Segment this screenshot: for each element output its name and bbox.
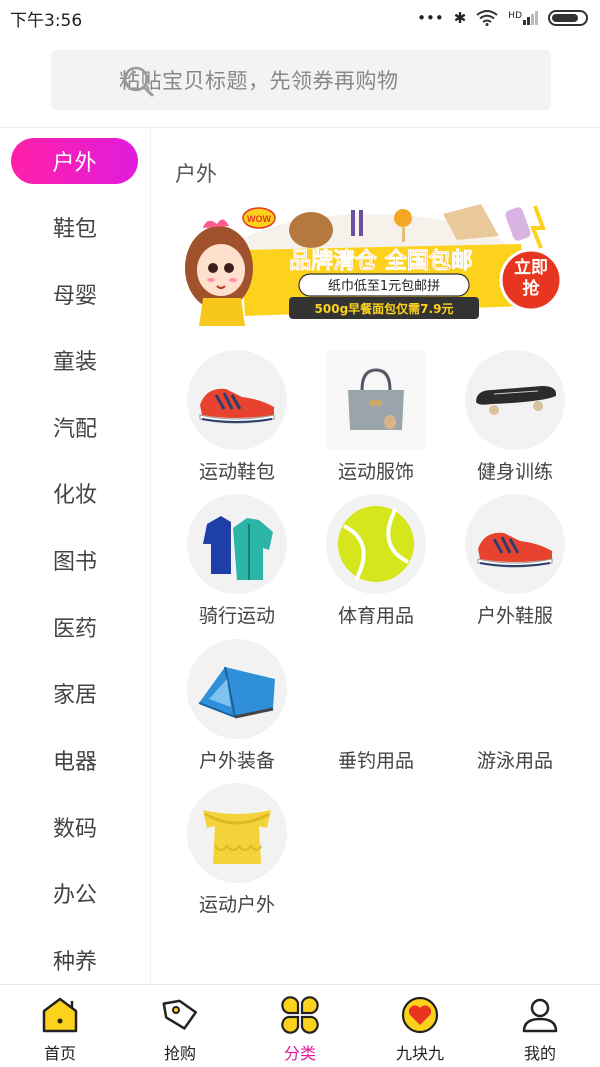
banner-line1: 纸巾低至1元包邮拼 xyxy=(328,279,440,294)
sidebar-item-shoes-bags[interactable]: 鞋包 xyxy=(0,204,150,250)
signal-hd-icon: HD xyxy=(508,11,538,25)
category-item-sports-goods[interactable]: 体育用品 xyxy=(306,494,446,630)
shirt-icon xyxy=(187,783,287,883)
promo-banner[interactable]: WOW 品牌清仓 全国包邮 纸巾低至1元包邮拼 500g早餐面包仅需7.9元 立… xyxy=(181,198,563,326)
notification-dots-icon: ••• xyxy=(417,9,444,27)
category-label: 运动户外 xyxy=(198,894,275,916)
bluetooth-icon: ✱ xyxy=(453,9,467,27)
search-placeholder: 粘贴宝贝标题，先领券再购物 xyxy=(119,69,399,93)
tab-label: 首页 xyxy=(43,1044,76,1063)
category-item-fishing[interactable]: 垂钓用品 xyxy=(306,639,446,775)
category-item-outdoor-gear[interactable]: 户外装备 xyxy=(167,639,307,775)
category-label: 运动鞋包 xyxy=(198,461,275,483)
banner-cta-button[interactable]: 立即抢 xyxy=(506,258,556,300)
battery-icon xyxy=(548,10,588,26)
category-content: 户外 WOW 品牌清仓 全国包邮 纸巾低至1元包邮拼 500g早餐面包仅需7.9… xyxy=(151,128,600,984)
sidebar-item-outdoor[interactable]: 户外 xyxy=(11,138,138,184)
category-label: 健身训练 xyxy=(476,461,553,483)
tab-home[interactable]: 首页 xyxy=(0,985,120,1067)
sidebar-item-auto-parts[interactable]: 汽配 xyxy=(0,404,150,450)
tab-label: 分类 xyxy=(283,1044,316,1063)
heart-badge-icon xyxy=(401,996,439,1034)
status-time: 下午3:56 xyxy=(10,10,83,31)
category-label: 垂钓用品 xyxy=(337,750,414,772)
category-item-sports-outdoor[interactable]: 运动户外 xyxy=(167,783,307,919)
tennis-ball-icon xyxy=(326,494,426,594)
search-bar-area: 粘贴宝贝标题，先领券再购物 xyxy=(0,36,600,128)
sidebar-item-office[interactable]: 办公 xyxy=(0,870,150,916)
handbag-icon xyxy=(326,350,426,450)
category-item-fitness-training[interactable]: 健身训练 xyxy=(445,350,585,486)
tent-icon xyxy=(187,639,287,739)
category-label: 户外装备 xyxy=(198,750,275,772)
category-icon xyxy=(281,996,319,1034)
tab-profile[interactable]: 我的 xyxy=(480,985,600,1067)
category-item-sports-apparel[interactable]: 运动服饰 xyxy=(306,350,446,486)
banner-line2: 500g早餐面包仅需7.9元 xyxy=(315,301,454,316)
sidebar-item-medicine[interactable]: 医药 xyxy=(0,604,150,650)
category-label: 游泳用品 xyxy=(476,750,553,772)
bottom-tab-bar: 首页 抢购 分类 九块九 我的 xyxy=(0,984,600,1067)
category-item-outdoor-shoes-apparel[interactable]: 户外鞋服 xyxy=(445,494,585,630)
sidebar-item-plants-pets[interactable]: 种养 xyxy=(0,937,150,983)
status-icons: ••• ✱ HD xyxy=(417,9,588,27)
app-screen: 下午3:56 ••• ✱ HD 粘贴宝贝标题，先领券再购物 户外 鞋包 母婴 童… xyxy=(0,0,600,1067)
status-bar: 下午3:56 ••• ✱ HD xyxy=(0,0,600,36)
jacket-icon xyxy=(187,494,287,594)
tab-category[interactable]: 分类 xyxy=(240,985,360,1067)
sidebar-item-books[interactable]: 图书 xyxy=(0,537,150,583)
tab-label: 九块九 xyxy=(395,1044,444,1063)
tag-icon xyxy=(162,999,198,1030)
category-label: 体育用品 xyxy=(337,605,414,627)
banner-wow-badge: WOW xyxy=(247,214,271,224)
skateboard-icon xyxy=(465,350,565,450)
category-label: 运动服饰 xyxy=(337,461,414,483)
sidebar-item-kids-wear[interactable]: 童装 xyxy=(0,337,150,383)
home-icon xyxy=(42,997,78,1033)
tab-nine-nine[interactable]: 九块九 xyxy=(360,985,480,1067)
swimming-image-placeholder xyxy=(465,639,565,739)
tab-label: 抢购 xyxy=(163,1044,196,1063)
fishing-image-placeholder xyxy=(326,639,426,739)
sneaker-icon xyxy=(465,494,565,594)
tab-flash-sale[interactable]: 抢购 xyxy=(120,985,240,1067)
sidebar-item-home[interactable]: 家居 xyxy=(0,670,150,716)
user-icon xyxy=(522,998,558,1033)
section-title: 户外 xyxy=(175,162,217,186)
category-label: 户外鞋服 xyxy=(476,605,553,627)
category-item-sports-shoes[interactable]: 运动鞋包 xyxy=(167,350,307,486)
category-item-swimming[interactable]: 游泳用品 xyxy=(445,639,585,775)
category-sidebar: 户外 鞋包 母婴 童装 汽配 化妆 图书 医药 家居 电器 数码 办公 种养 xyxy=(0,128,151,984)
search-input[interactable]: 粘贴宝贝标题，先领券再购物 xyxy=(51,50,551,110)
tab-label: 我的 xyxy=(523,1044,556,1063)
banner-headline: 品牌清仓 全国包邮 xyxy=(289,248,473,274)
search-icon xyxy=(123,66,154,97)
wifi-icon xyxy=(476,10,498,26)
sneaker-icon xyxy=(187,350,287,450)
sidebar-item-cosmetics[interactable]: 化妆 xyxy=(0,470,150,516)
category-label: 骑行运动 xyxy=(198,605,275,627)
category-item-cycling[interactable]: 骑行运动 xyxy=(167,494,307,630)
sidebar-item-appliances[interactable]: 电器 xyxy=(0,737,150,783)
sidebar-item-mother-baby[interactable]: 母婴 xyxy=(0,271,150,317)
sidebar-item-digital[interactable]: 数码 xyxy=(0,804,150,850)
